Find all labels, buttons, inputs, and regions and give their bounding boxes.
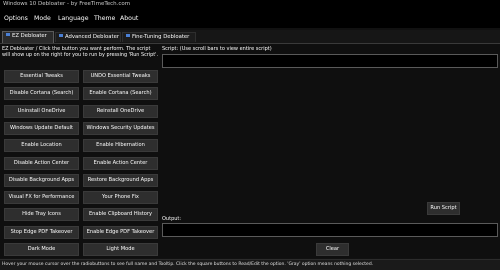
run-script-button[interactable]: Run Script [427,202,460,215]
tab-ez-debloater[interactable]: EZ Debloater [2,31,54,43]
script-textbox[interactable] [162,54,498,68]
light-mode-button[interactable]: Light Mode [83,243,158,256]
disable-background-apps-button[interactable]: Disable Background Apps [4,173,79,187]
enable-cortana-search-button[interactable]: Enable Cortana (Search) [83,87,158,101]
status-text: Hover your mouse cursor over the radiobu… [2,262,374,267]
menu-about[interactable]: About [120,15,138,22]
tab-label: Advanced Debloater [65,34,120,40]
tab-icon [126,34,130,37]
menu-theme[interactable]: Theme [94,15,115,22]
title-bar: Windows 10 Debloater - by FreeTimeTech.c… [0,0,500,11]
windows-security-updates-button[interactable]: Windows Security Updates [83,121,158,135]
enable-hibernation-button[interactable]: Enable Hibernation [83,139,158,153]
window-title: Windows 10 Debloater - by FreeTimeTech.c… [3,1,131,7]
enable-clipboard-history-button[interactable]: Enable Clipboard History [83,208,158,222]
tab-fine-tuning-debloater[interactable]: Fine-Tuning Debloater [122,32,196,42]
app-window: Windows 10 Debloater - by FreeTimeTech.c… [0,0,500,270]
disable-action-center-button[interactable]: Disable Action Center [4,156,79,170]
tab-icon [59,34,63,37]
output-label: Output: [162,216,182,222]
output-textbox[interactable] [162,223,498,237]
tab-advanced-debloater[interactable]: Advanced Debloater [55,32,121,42]
dark-mode-button[interactable]: Dark Mode [4,243,79,256]
menu-options[interactable]: Options [4,15,28,22]
instructions-text: EZ Debloater / Click the button you want… [2,46,159,59]
disable-cortana-search-button[interactable]: Disable Cortana (Search) [4,87,79,101]
tab-label: Fine-Tuning Debloater [132,34,190,40]
tab-label: EZ Debloater [12,33,47,39]
essential-tweaks-button[interactable]: Essential Tweaks [4,70,79,83]
menu-mode[interactable]: Mode [34,15,51,22]
hide-tray-icons-button[interactable]: Hide Tray Icons [4,208,79,222]
menu-bar: Options Mode Language Theme About [0,11,500,28]
windows-update-default-button[interactable]: Windows Update Default [4,121,79,135]
enable-edge-pdf-takeover-button[interactable]: Enable Edge PDF Takeover [83,225,158,239]
uninstall-onedrive-button[interactable]: Uninstall OneDrive [4,104,79,118]
tab-icon [6,33,10,36]
clear-button[interactable]: Clear [316,243,349,256]
undo-essential-tweaks-button[interactable]: UNDO Essential Tweaks [83,70,158,83]
menu-language[interactable]: Language [58,15,89,22]
your-phone-fix-button[interactable]: Your Phone Fix [83,191,158,205]
enable-location-button[interactable]: Enable Location [4,139,79,153]
status-bar: Hover your mouse cursor over the radiobu… [0,259,500,270]
stop-edge-pdf-takeover-button[interactable]: Stop Edge PDF Takeover [4,225,79,239]
restore-background-apps-button[interactable]: Restore Background Apps [83,173,158,187]
visual-fx-for-performance-button[interactable]: Visual FX for Performance [4,191,79,205]
tab-strip: EZ Debloater Advanced Debloater Fine-Tun… [0,30,500,44]
enable-action-center-button[interactable]: Enable Action Center [83,156,158,170]
script-label: Script: (Use scroll bars to view entire … [162,46,272,52]
reinstall-onedrive-button[interactable]: Reinstall OneDrive [83,104,158,118]
